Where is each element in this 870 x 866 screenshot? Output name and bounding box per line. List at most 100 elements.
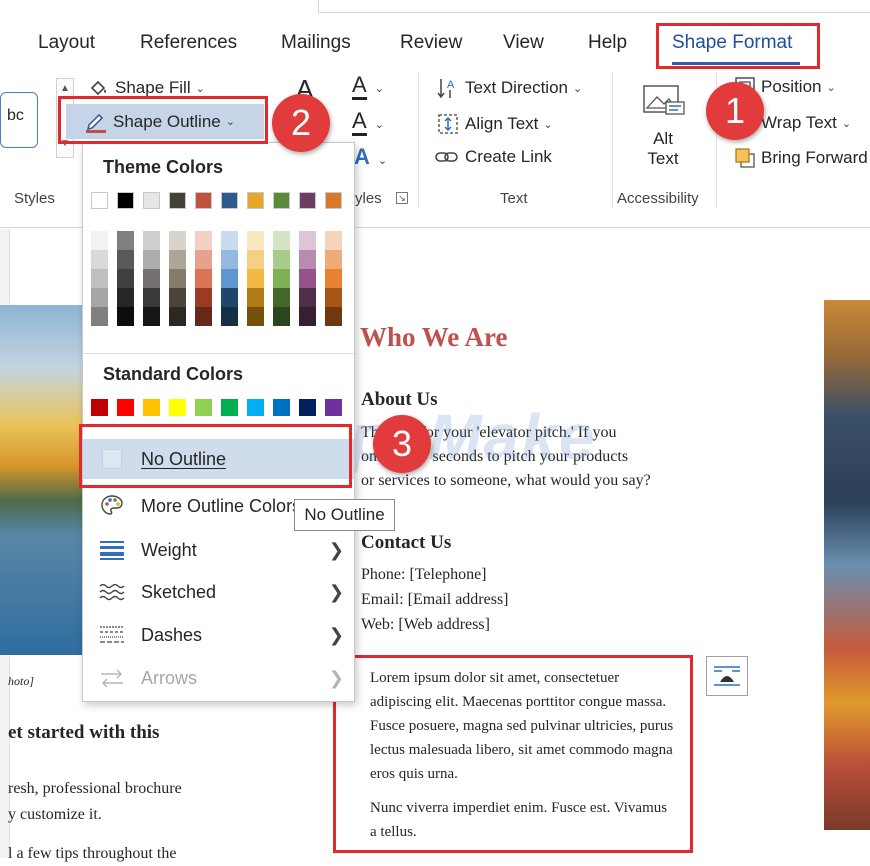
create-link-button[interactable]: Create Link <box>434 147 552 167</box>
theme-color-swatch[interactable] <box>169 192 186 209</box>
theme-shade-swatch[interactable] <box>195 231 212 250</box>
theme-color-swatch[interactable] <box>273 192 290 209</box>
dashes-menu-item[interactable]: Dashes ❯ <box>83 615 354 655</box>
theme-shade-swatch[interactable] <box>299 307 316 326</box>
standard-color-swatch[interactable] <box>221 399 238 416</box>
theme-shade-swatch[interactable] <box>247 288 264 307</box>
theme-shade-swatch[interactable] <box>273 307 290 326</box>
selected-text-box[interactable]: Lorem ipsum dolor sit amet, consectetuer… <box>333 655 693 853</box>
theme-shade-swatch[interactable] <box>273 288 290 307</box>
tab-layout[interactable]: Layout <box>38 32 95 54</box>
text-effects-icon[interactable]: A ⌄ <box>354 144 387 170</box>
theme-shade-swatch[interactable] <box>169 307 186 326</box>
tab-view[interactable]: View <box>503 32 544 54</box>
standard-color-swatch[interactable] <box>169 399 186 416</box>
align-text-label: Align Text <box>465 114 539 133</box>
standard-color-swatch[interactable] <box>143 399 160 416</box>
theme-shade-swatch[interactable] <box>325 231 342 250</box>
alt-text-button[interactable]: Alt Text <box>636 80 690 180</box>
shape-fill-button[interactable]: Shape Fill ⌄ <box>88 78 205 98</box>
shape-style-preview[interactable]: bc <box>0 92 38 148</box>
lake-photo-left <box>0 305 82 655</box>
theme-shade-swatch[interactable] <box>325 250 342 269</box>
theme-color-swatch[interactable] <box>195 192 212 209</box>
standard-color-swatch[interactable] <box>195 399 212 416</box>
theme-shade-swatch[interactable] <box>273 269 290 288</box>
theme-shade-swatch[interactable] <box>247 269 264 288</box>
theme-color-swatch[interactable] <box>221 192 238 209</box>
dialog-launcher-icon[interactable]: ↘ <box>396 192 408 204</box>
theme-shade-swatch[interactable] <box>91 269 108 288</box>
standard-color-swatch[interactable] <box>117 399 134 416</box>
theme-shade-swatch[interactable] <box>221 288 238 307</box>
theme-shade-swatch[interactable] <box>91 307 108 326</box>
theme-shade-swatch[interactable] <box>143 250 160 269</box>
theme-shade-swatch[interactable] <box>91 250 108 269</box>
theme-shade-swatch[interactable] <box>195 288 212 307</box>
theme-color-swatch[interactable] <box>247 192 264 209</box>
theme-shade-swatch[interactable] <box>143 231 160 250</box>
theme-shade-swatch[interactable] <box>325 269 342 288</box>
theme-color-swatch[interactable] <box>325 192 342 209</box>
chevron-up-icon[interactable]: ▲ <box>57 83 73 94</box>
theme-shade-swatch[interactable] <box>143 269 160 288</box>
theme-shade-swatch[interactable] <box>117 231 134 250</box>
text-fill-icon[interactable]: A ⌄ <box>352 72 384 100</box>
standard-color-swatch[interactable] <box>325 399 342 416</box>
theme-shade-swatch[interactable] <box>299 269 316 288</box>
theme-shade-swatch[interactable] <box>91 231 108 250</box>
theme-shade-swatch[interactable] <box>143 288 160 307</box>
layout-options-button[interactable] <box>706 656 748 696</box>
theme-shade-swatch[interactable] <box>195 307 212 326</box>
tab-review[interactable]: Review <box>400 32 462 54</box>
theme-shade-swatch[interactable] <box>325 288 342 307</box>
theme-shade-swatch[interactable] <box>273 231 290 250</box>
textbox-paragraph-1: Lorem ipsum dolor sit amet, consectetuer… <box>370 670 674 782</box>
theme-shade-swatch[interactable] <box>247 231 264 250</box>
theme-shade-swatch[interactable] <box>325 307 342 326</box>
theme-shade-swatch[interactable] <box>273 250 290 269</box>
palette-icon <box>83 494 141 518</box>
theme-color-swatch[interactable] <box>299 192 316 209</box>
tab-mailings[interactable]: Mailings <box>281 32 351 54</box>
theme-shade-swatch[interactable] <box>299 231 316 250</box>
theme-shade-swatch[interactable] <box>169 288 186 307</box>
standard-color-swatch[interactable] <box>247 399 264 416</box>
dashes-label: Dashes <box>141 624 203 645</box>
theme-shade-swatch[interactable] <box>117 288 134 307</box>
theme-shade-swatch[interactable] <box>221 307 238 326</box>
dashes-icon <box>83 623 141 647</box>
theme-color-swatch[interactable] <box>143 192 160 209</box>
theme-shade-swatch[interactable] <box>221 250 238 269</box>
theme-shade-swatch[interactable] <box>299 288 316 307</box>
theme-color-swatch[interactable] <box>117 192 134 209</box>
theme-color-swatch[interactable] <box>91 192 108 209</box>
standard-color-swatch[interactable] <box>299 399 316 416</box>
weight-menu-item[interactable]: Weight ❯ <box>83 530 354 570</box>
theme-shade-swatch[interactable] <box>247 307 264 326</box>
theme-shade-swatch[interactable] <box>169 250 186 269</box>
text-outline-icon[interactable]: A ⌄ <box>352 108 384 136</box>
theme-shade-swatch[interactable] <box>117 269 134 288</box>
theme-shade-swatch[interactable] <box>299 250 316 269</box>
theme-shade-swatch[interactable] <box>195 269 212 288</box>
text-direction-button[interactable]: A Text Direction ⌄ <box>436 76 582 100</box>
theme-shade-swatch[interactable] <box>195 250 212 269</box>
tab-help[interactable]: Help <box>588 32 627 54</box>
bring-forward-button[interactable]: Bring Forward <box>734 147 868 169</box>
theme-shade-swatch[interactable] <box>221 269 238 288</box>
theme-shade-swatch[interactable] <box>117 250 134 269</box>
theme-shade-swatch[interactable] <box>221 231 238 250</box>
standard-color-swatch[interactable] <box>273 399 290 416</box>
theme-shade-swatch[interactable] <box>169 231 186 250</box>
theme-shade-swatch[interactable] <box>143 307 160 326</box>
tab-references[interactable]: References <box>140 32 237 54</box>
sketched-menu-item[interactable]: Sketched ❯ <box>83 572 354 612</box>
align-text-icon <box>438 114 458 134</box>
align-text-button[interactable]: Align Text ⌄ <box>436 112 553 136</box>
theme-shade-swatch[interactable] <box>117 307 134 326</box>
theme-shade-swatch[interactable] <box>169 269 186 288</box>
theme-shade-swatch[interactable] <box>247 250 264 269</box>
standard-color-swatch[interactable] <box>91 399 108 416</box>
theme-shade-swatch[interactable] <box>91 288 108 307</box>
